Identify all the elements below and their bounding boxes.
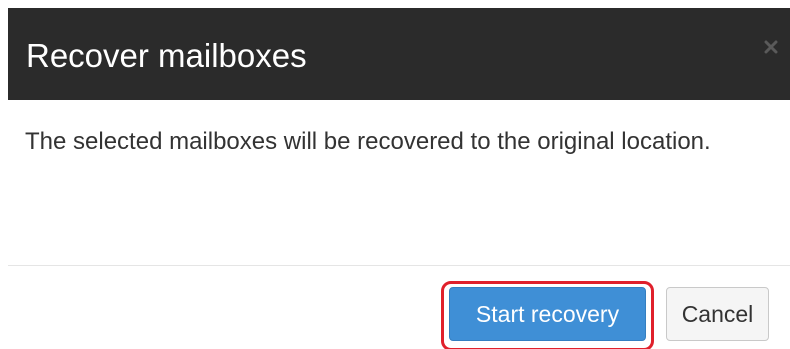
dialog-title: Recover mailboxes	[26, 37, 307, 74]
start-recovery-button[interactable]: Start recovery	[449, 287, 646, 341]
cancel-button[interactable]: Cancel	[666, 287, 769, 341]
dialog-message: The selected mailboxes will be recovered…	[25, 128, 711, 155]
dialog-header: Recover mailboxes	[8, 8, 790, 100]
recover-mailboxes-dialog: Recover mailboxes The selected mailboxes…	[0, 0, 790, 349]
dialog-footer: Start recovery Cancel	[8, 266, 790, 349]
close-icon	[764, 40, 778, 54]
dialog-body: The selected mailboxes will be recovered…	[8, 100, 790, 265]
close-button[interactable]	[758, 34, 784, 60]
